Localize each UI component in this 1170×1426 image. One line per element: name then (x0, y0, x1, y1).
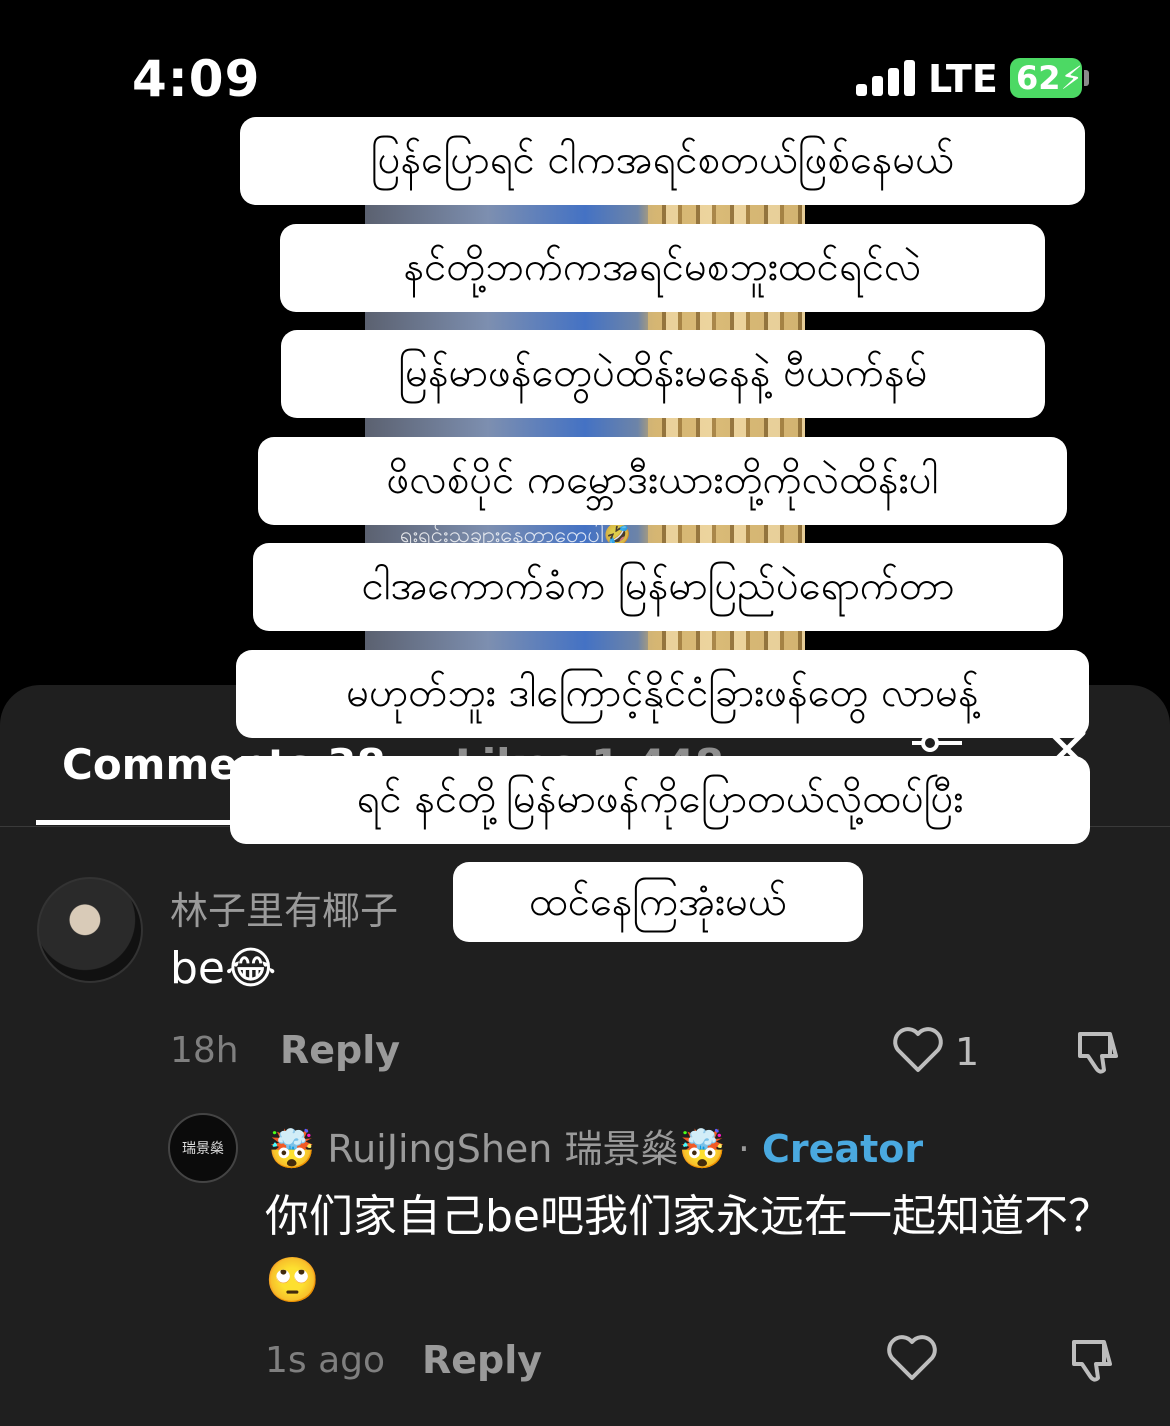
comment-text: be😂 (170, 943, 277, 994)
heart-icon[interactable] (892, 1026, 944, 1074)
caption-line: မဟုတ်ဘူး ဒါကြောင့်နိုင်ငံခြားဖန်တွေ လာမန… (236, 650, 1089, 738)
avatar-text: 瑞景燊 (182, 1141, 224, 1157)
caption-line: ဖိလစ်ပိုင် ကမ္ဘောဒီးယားတို့ကိုလဲထိန်းပါ (258, 437, 1067, 525)
heart-icon[interactable] (886, 1334, 938, 1382)
reply-button[interactable]: Reply (422, 1338, 542, 1382)
dislike-icon[interactable] (1072, 1026, 1124, 1078)
battery-tip (1084, 70, 1089, 86)
like-count: 1 (955, 1030, 980, 1074)
network-label: LTE (928, 57, 998, 101)
creator-badge: Creator (762, 1127, 924, 1171)
comment-timestamp: 1s ago (265, 1340, 386, 1381)
status-time: 4:09 (132, 50, 261, 108)
caption-line: ရင် နင်တို့မြန်မာဖန်ကိုပြောတယ်လို့ထပ်ပြီ… (230, 756, 1090, 844)
caption-line: ငါအကောက်ခံက မြန်မာပြည်ပဲရောက်တာ (253, 543, 1063, 631)
comment-timestamp: 18h (170, 1030, 239, 1071)
comment-username[interactable]: 林子里有椰子 (170, 880, 398, 935)
caption-line: နင်တို့ဘက်ကအရင်မစဘူးထင်ရင်လဲ (280, 224, 1045, 312)
dislike-icon[interactable] (1066, 1334, 1118, 1386)
comment-username[interactable]: 🤯 RuiJingShen 瑞景燊🤯 (268, 1127, 726, 1171)
caption-line: ပြန်ပြောရင် ငါကအရင်စတယ်ဖြစ်နေမယ် (240, 117, 1085, 205)
battery-level: 62 (1016, 59, 1061, 97)
separator-dot: · (737, 1127, 750, 1171)
reply-username-row: 🤯 RuiJingShen 瑞景燊🤯 · Creator (268, 1118, 923, 1173)
caption-line: မြန်မာဖန်တွေပဲထိန်းမနေနဲ့ ဗီယက်နမ် (281, 330, 1045, 418)
avatar[interactable]: 瑞景燊 (168, 1113, 238, 1183)
comment-text: 你们家自己be吧我们家永远在一起知道不？🙄 (265, 1191, 1112, 1306)
signal-icon (856, 60, 916, 96)
avatar[interactable] (37, 877, 143, 983)
caption-line: ထင်နေကြအုံးမယ် (453, 862, 863, 942)
battery-icon: 62⚡ (1010, 58, 1082, 98)
reply-button[interactable]: Reply (280, 1028, 400, 1072)
